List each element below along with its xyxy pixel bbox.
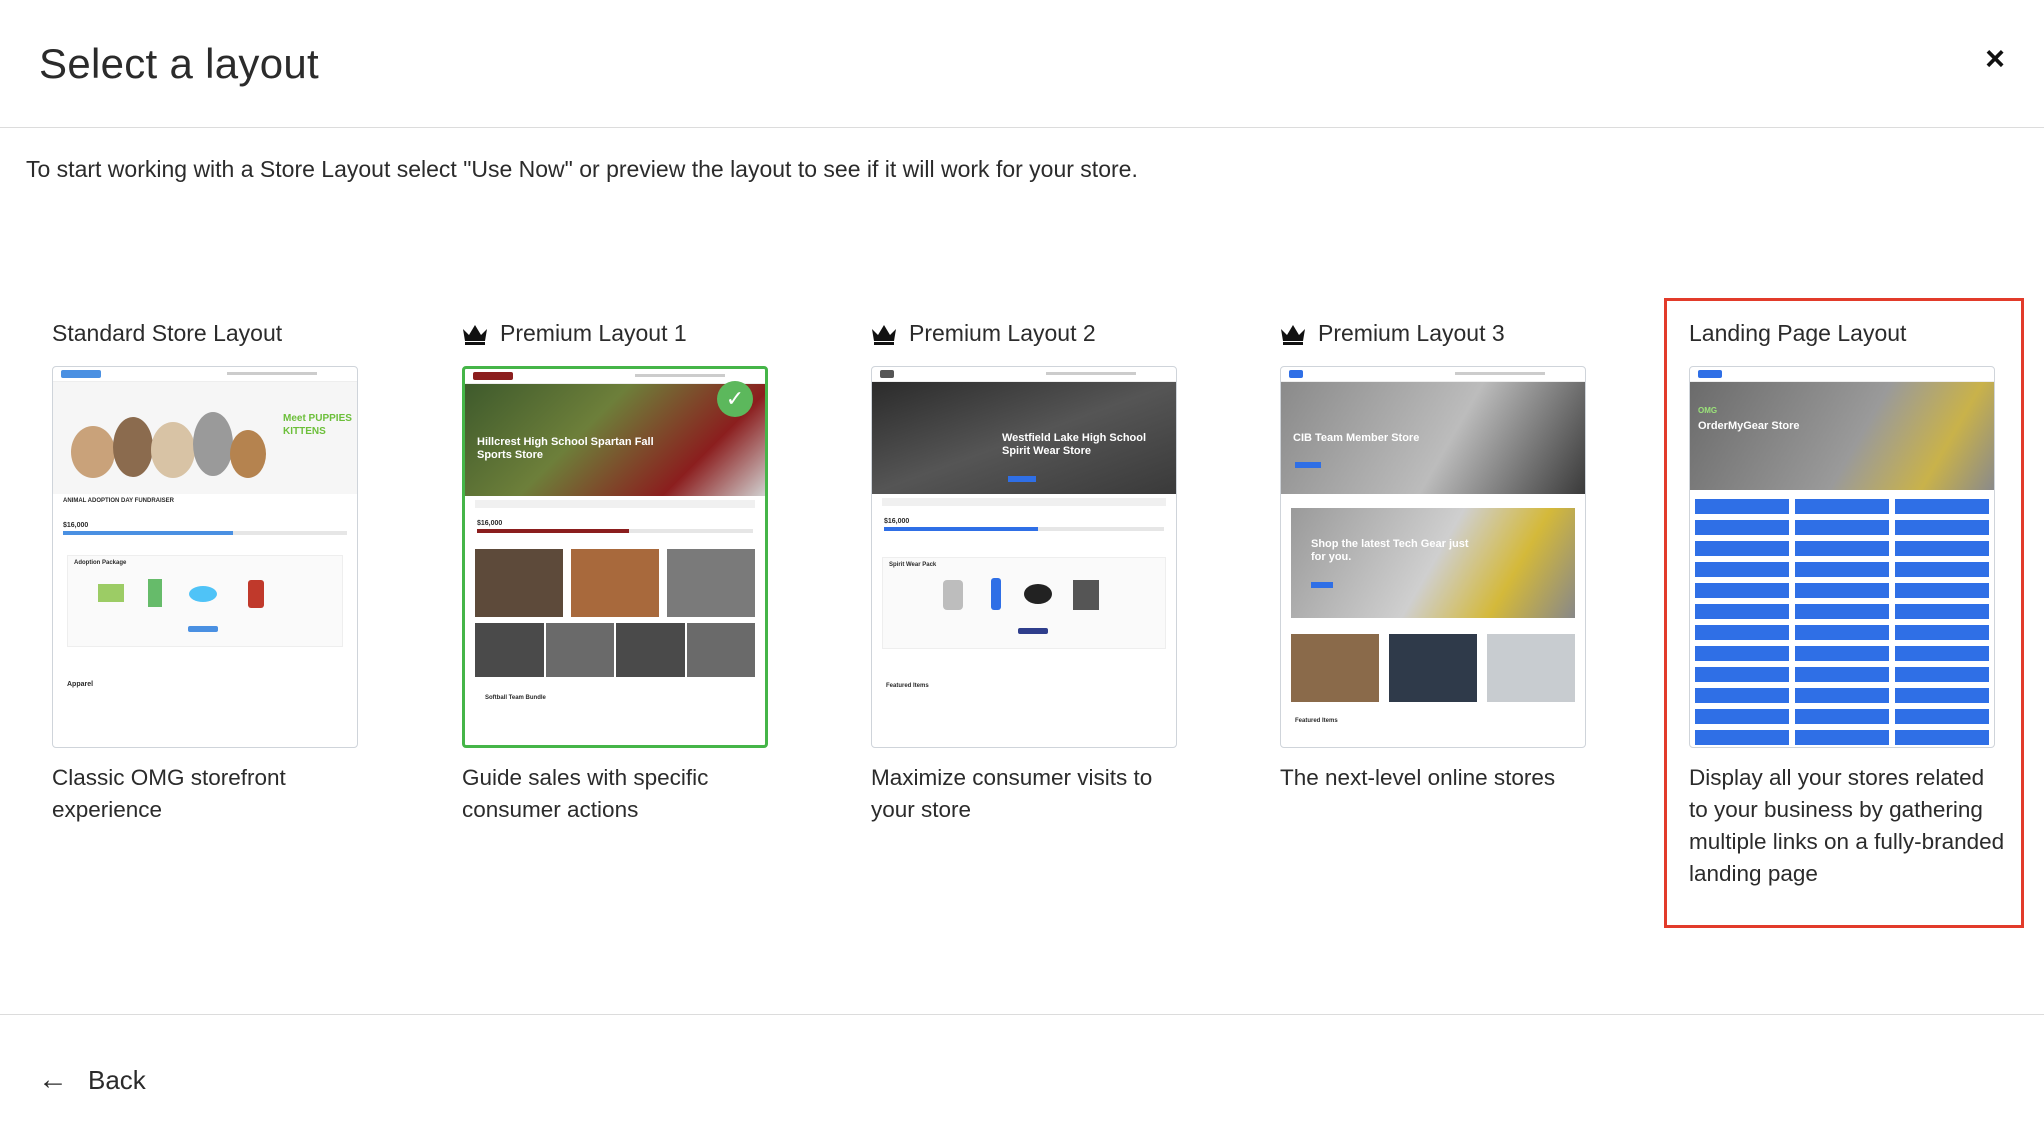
layout-description: The next-level online stores bbox=[1280, 765, 1556, 790]
goal-amount: $16,000 bbox=[477, 520, 503, 527]
selected-check-icon: ✓ bbox=[717, 381, 753, 417]
section-title: Apparel bbox=[67, 681, 94, 688]
layout-name: Premium Layout 3 bbox=[1318, 320, 1505, 346]
dialog-footer: ← Back bbox=[0, 1014, 2044, 1144]
hero-text: Westfield Lake High School Spirit Wear S… bbox=[1002, 432, 1147, 457]
layout-preview-standard[interactable]: Meet PUPPIES KITTENS ANIMAL ADOPTION DAY… bbox=[52, 366, 358, 748]
back-button[interactable]: ← Back bbox=[38, 1063, 146, 1097]
package-title: Adoption Package bbox=[74, 560, 127, 566]
goal-amount: $16,000 bbox=[884, 518, 910, 525]
hero-text: Hillcrest High School Spartan Fall Sport… bbox=[477, 436, 654, 461]
banner-text: ANIMAL ADOPTION DAY FUNDRAISER bbox=[63, 498, 175, 504]
layout-description: Classic OMG storefront experience bbox=[52, 765, 286, 822]
layout-name: Premium Layout 2 bbox=[909, 320, 1096, 346]
crown-icon bbox=[463, 324, 487, 345]
pets-hero-image bbox=[71, 412, 266, 478]
layout-description: Guide sales with specific consumer actio… bbox=[462, 765, 709, 822]
layout-name: Standard Store Layout bbox=[52, 320, 283, 346]
promo-text: Shop the latest Tech Gear just for you. bbox=[1311, 538, 1469, 563]
hero-text: CIB Team Member Store bbox=[1293, 432, 1420, 444]
crown-icon bbox=[1281, 324, 1305, 345]
pack-title: Spirit Wear Pack bbox=[889, 562, 937, 568]
layout-description: Maximize consumer visits to your store bbox=[871, 765, 1153, 822]
layout-preview-premium-1[interactable]: Hillcrest High School Spartan Fall Sport… bbox=[462, 366, 768, 748]
layout-preview-premium-2[interactable]: Westfield Lake High School Spirit Wear S… bbox=[871, 366, 1177, 748]
layout-preview-premium-3[interactable]: CIB Team Member Store Shop the latest Te… bbox=[1280, 366, 1586, 748]
hero-text: Meet PUPPIES KITTENS bbox=[283, 413, 352, 437]
dialog-header: Select a layout × bbox=[0, 0, 2044, 128]
section-title: Featured Items bbox=[886, 683, 929, 689]
crown-icon bbox=[872, 324, 896, 345]
dialog-title: Select a layout bbox=[39, 40, 320, 87]
bundle-title: Softball Team Bundle bbox=[485, 695, 546, 701]
section-title: Featured Items bbox=[1295, 718, 1338, 724]
goal-amount: $16,000 bbox=[63, 522, 89, 529]
layout-name: Premium Layout 1 bbox=[500, 320, 687, 346]
back-label: Back bbox=[88, 1064, 146, 1095]
arrow-left-icon: ← bbox=[38, 1063, 68, 1096]
instructions-text: To start working with a Store Layout sel… bbox=[26, 156, 1138, 182]
selection-highlight bbox=[1664, 298, 2024, 928]
close-icon[interactable]: × bbox=[1980, 42, 2010, 76]
